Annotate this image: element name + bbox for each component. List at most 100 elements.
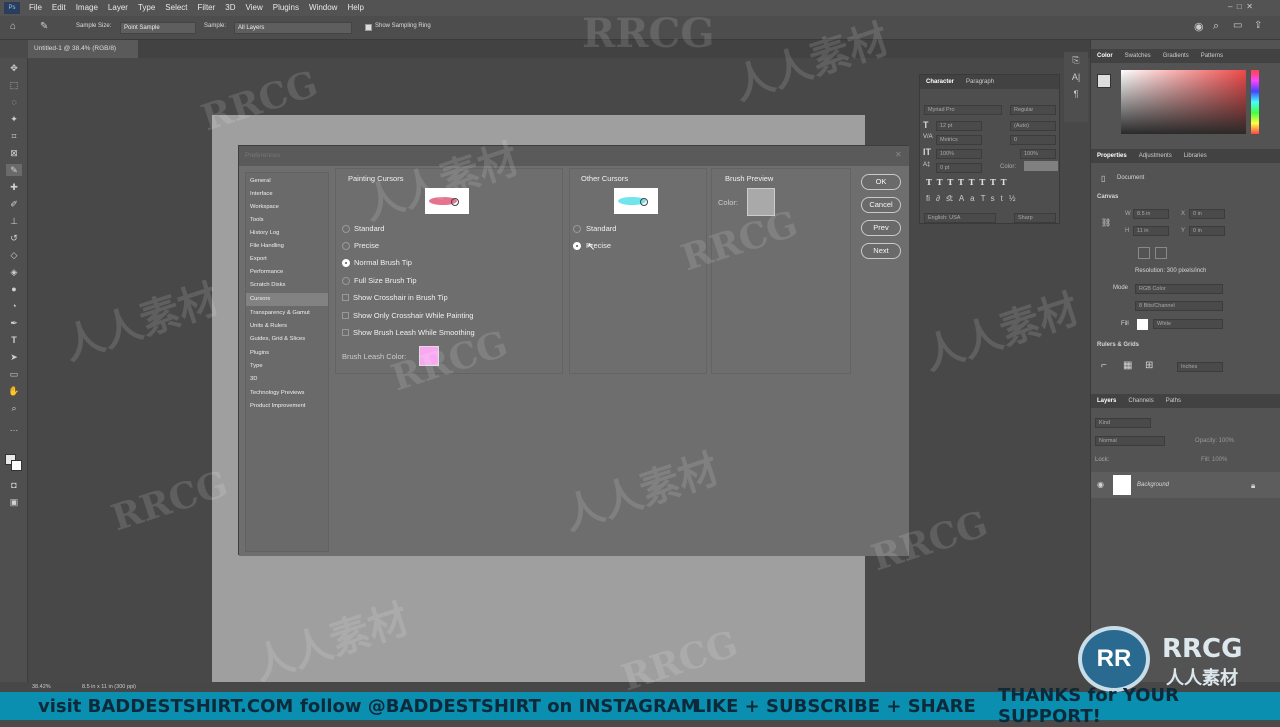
blur-tool-icon[interactable]: ● (6, 283, 22, 295)
color-picker-field[interactable] (1121, 70, 1246, 134)
brush-leash-color-swatch[interactable] (419, 346, 439, 366)
pen-tool-icon[interactable]: ✒ (6, 317, 22, 329)
nav-cursors[interactable]: Cursors (246, 293, 328, 306)
sample-size-select[interactable]: Point Sample (120, 22, 196, 34)
hand-tool-icon[interactable]: ✋ (6, 385, 22, 397)
lasso-tool-icon[interactable]: ◌ (6, 96, 22, 108)
nav-file-handling[interactable]: File Handling (246, 240, 328, 253)
prev-button[interactable]: Prev (861, 220, 901, 236)
fill-percent-field[interactable]: Fill: 100% (1201, 457, 1227, 463)
tab-gradients[interactable]: Gradients (1157, 53, 1195, 59)
eyedropper-icon[interactable]: ✎ (40, 21, 48, 32)
antialias-select[interactable]: Sharp (1014, 213, 1056, 223)
brush-leash-checkbox[interactable] (342, 329, 349, 336)
menu-type[interactable]: Type (133, 0, 160, 16)
workspace-icon[interactable]: ▭ (1233, 20, 1242, 31)
kerning-field[interactable]: Metrics (936, 135, 982, 145)
screen-mode-icon[interactable]: ▣ (6, 496, 22, 508)
leading-field[interactable]: (Auto) (1010, 121, 1056, 131)
user-icon[interactable]: ◉ (1194, 20, 1204, 33)
nav-product-improvement[interactable]: Product Improvement (246, 400, 328, 413)
zoom-tool-icon[interactable]: ⌕ (6, 402, 22, 414)
stamp-tool-icon[interactable]: ⊥ (6, 215, 22, 227)
tracking-field[interactable]: 0 (1010, 135, 1056, 145)
portrait-orientation-icon[interactable] (1138, 247, 1150, 259)
tab-patterns[interactable]: Patterns (1195, 53, 1229, 59)
other-precise-radio[interactable] (573, 242, 581, 250)
nav-transparency-gamut[interactable]: Transparency & Gamut (246, 307, 328, 320)
home-icon[interactable]: ⌂ (10, 21, 16, 32)
layer-name[interactable]: Background (1137, 482, 1169, 488)
brush-tool-icon[interactable]: ✐ (6, 198, 22, 210)
tab-channels[interactable]: Channels (1122, 398, 1159, 404)
search-icon[interactable]: ⌕ (1213, 20, 1219, 33)
frame-tool-icon[interactable]: ⊠ (6, 147, 22, 159)
next-button[interactable]: Next (861, 243, 901, 259)
layer-filter-select[interactable]: Kind (1095, 418, 1151, 428)
rectangle-tool-icon[interactable]: ▭ (6, 368, 22, 380)
more-tools-icon[interactable]: … (6, 422, 22, 434)
character-panel-icon[interactable]: A| (1064, 69, 1088, 86)
units-select[interactable]: Inches (1177, 362, 1223, 372)
dodge-tool-icon[interactable]: ◔ (6, 300, 22, 312)
tab-layers[interactable]: Layers (1091, 398, 1122, 404)
magic-wand-tool-icon[interactable]: ✦ (6, 113, 22, 125)
paint-bucket-icon[interactable]: ◈ (6, 266, 22, 278)
document-size-info[interactable]: 8.5 in x 11 in (300 ppi) (82, 682, 136, 692)
nav-tools[interactable]: Tools (246, 214, 328, 227)
crop-tool-icon[interactable]: ⌗ (6, 130, 22, 142)
share-icon[interactable]: ⇪ (1254, 20, 1262, 31)
brush-preview-color-swatch[interactable] (747, 188, 775, 216)
fill-select[interactable]: White (1153, 319, 1223, 329)
document-tab[interactable]: Untitled-1 @ 38.4% (RGB/8) (28, 40, 138, 58)
font-style-select[interactable]: Regular (1010, 105, 1056, 115)
visibility-eye-icon[interactable]: ◉ (1097, 480, 1104, 489)
menu-edit[interactable]: Edit (47, 0, 71, 16)
normal-brush-tip-radio[interactable] (342, 259, 350, 267)
menu-select[interactable]: Select (160, 0, 192, 16)
full-size-brush-tip-radio[interactable] (342, 277, 350, 285)
menu-help[interactable]: Help (342, 0, 368, 16)
sample-select[interactable]: All Layers (234, 22, 352, 34)
fill-swatch[interactable] (1137, 319, 1148, 330)
canvas-x-field[interactable]: 0 in (1189, 209, 1225, 219)
opentype-buttons[interactable]: ﬁ∂ﬆAaTst½ (926, 194, 1056, 206)
painting-standard-radio[interactable] (342, 225, 350, 233)
link-icon[interactable]: ⛓ (1101, 218, 1111, 227)
canvas-section-title[interactable]: Canvas (1097, 194, 1118, 200)
vertical-scale-field[interactable]: 100% (936, 149, 982, 159)
nav-plugins[interactable]: Plugins (246, 347, 328, 360)
nav-export[interactable]: Export (246, 253, 328, 266)
menu-image[interactable]: Image (71, 0, 103, 16)
cancel-button[interactable]: Cancel (861, 197, 901, 213)
path-select-icon[interactable]: ➤ (6, 351, 22, 363)
mode-select[interactable]: RGB Color (1135, 284, 1223, 294)
horizontal-scale-field[interactable]: 100% (1020, 149, 1056, 159)
font-family-select[interactable]: Myriad Pro (924, 105, 1002, 115)
nav-3d[interactable]: 3D (246, 373, 328, 386)
sampling-ring-checkbox[interactable] (365, 24, 372, 31)
tab-swatches[interactable]: Swatches (1119, 53, 1157, 59)
dialog-close-icon[interactable]: ✕ (895, 150, 902, 159)
crosshair-checkbox[interactable] (342, 294, 349, 301)
guides-icon[interactable]: ⊞ (1145, 360, 1153, 371)
language-select[interactable]: English: USA (924, 213, 996, 223)
opacity-field[interactable]: Opacity: 100% (1195, 438, 1234, 444)
nav-general[interactable]: General (246, 175, 328, 188)
hue-slider[interactable] (1251, 70, 1259, 134)
tab-adjustments[interactable]: Adjustments (1133, 153, 1178, 159)
text-color-swatch[interactable] (1024, 161, 1058, 171)
tab-color[interactable]: Color (1091, 53, 1119, 59)
nav-history-log[interactable]: History Log (246, 227, 328, 240)
nav-scratch-disks[interactable]: Scratch Disks (246, 279, 328, 292)
nav-performance[interactable]: Performance (246, 266, 328, 279)
tab-libraries[interactable]: Libraries (1178, 153, 1213, 159)
ruler-icon[interactable]: ⌐ (1101, 360, 1107, 371)
eyedropper-tool-icon[interactable]: ✎ (6, 164, 22, 176)
background-color-swatch[interactable] (11, 460, 22, 471)
maximize-icon[interactable]: □ (1237, 2, 1242, 11)
nav-interface[interactable]: Interface (246, 188, 328, 201)
ok-button[interactable]: OK (861, 174, 901, 190)
menu-layer[interactable]: Layer (103, 0, 133, 16)
tab-paths[interactable]: Paths (1160, 398, 1187, 404)
